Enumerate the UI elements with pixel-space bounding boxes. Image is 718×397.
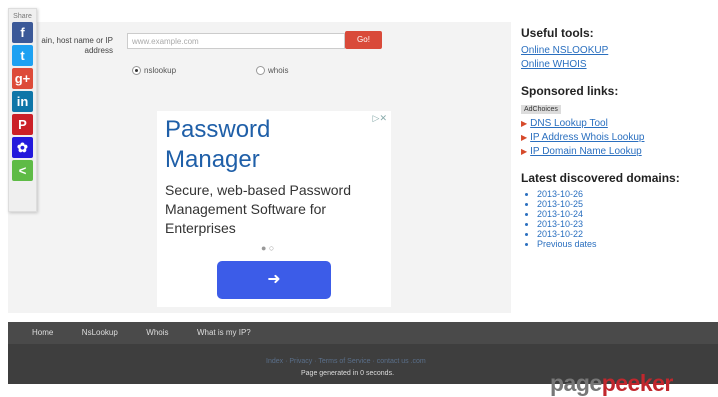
latest-title: Latest discovered domains: bbox=[521, 171, 680, 185]
pagepeeker-watermark: pagepeeker bbox=[550, 370, 673, 397]
share-sidebar: Share f t g+ in P ✿ < bbox=[8, 8, 37, 212]
list-item[interactable]: Previous dates bbox=[537, 239, 711, 249]
radio-dot bbox=[256, 66, 265, 76]
nav-home[interactable]: Home bbox=[32, 328, 53, 337]
domain-input[interactable]: www.example.com bbox=[127, 33, 345, 49]
domain-label: ain, host name or IP address bbox=[41, 36, 113, 55]
footer-links[interactable]: Index · Privacy · Terms of Service · con… bbox=[266, 358, 426, 365]
dates-list: 2013-10-26 2013-10-25 2013-10-24 2013-10… bbox=[521, 189, 711, 249]
ad-title: Password Manager bbox=[165, 116, 271, 173]
radio-dot-selected bbox=[132, 66, 141, 76]
arrow-icon: ▶ bbox=[521, 133, 528, 142]
sharethis-icon[interactable]: < bbox=[12, 160, 33, 181]
right-column: Useful tools: Online NSLOOKUP Online WHO… bbox=[521, 26, 711, 261]
list-item[interactable]: 2013-10-22 bbox=[537, 229, 711, 239]
linkedin-icon[interactable]: in bbox=[12, 91, 33, 112]
facebook-icon[interactable]: f bbox=[12, 22, 33, 43]
useful-tools: Useful tools: Online NSLOOKUP Online WHO… bbox=[521, 26, 711, 72]
pinterest-icon[interactable]: P bbox=[12, 114, 33, 135]
list-item[interactable]: 2013-10-25 bbox=[537, 199, 711, 209]
advertisement[interactable]: ▷✕ Password Manager Secure, web-based Pa… bbox=[157, 111, 391, 307]
ad-cta-button[interactable]: ➜ bbox=[217, 261, 331, 299]
useful-tools-title: Useful tools: bbox=[521, 26, 594, 40]
sponsored-links: Sponsored links: AdChoices ▶ DNS Lookup T… bbox=[521, 84, 711, 159]
sponsored-item[interactable]: ▶ DNS Lookup Tool bbox=[521, 117, 711, 131]
radio-whois[interactable]: whois bbox=[256, 66, 289, 76]
baidu-icon[interactable]: ✿ bbox=[12, 137, 33, 158]
go-button[interactable]: Go! bbox=[345, 31, 382, 49]
twitter-icon[interactable]: t bbox=[12, 45, 33, 66]
sponsored-link-ipwhois[interactable]: IP Address Whois Lookup bbox=[530, 132, 644, 143]
ad-pager: ● ○ bbox=[261, 243, 275, 253]
nav-what-is-my-ip[interactable]: What is my IP? bbox=[197, 328, 251, 337]
nav-whois[interactable]: Whois bbox=[146, 328, 168, 337]
googleplus-icon[interactable]: g+ bbox=[12, 68, 33, 89]
link-online-whois[interactable]: Online WHOIS bbox=[521, 58, 711, 72]
watermark-part-a: page bbox=[550, 370, 602, 396]
sponsored-link-ipdomain[interactable]: IP Domain Name Lookup bbox=[530, 146, 642, 157]
arrow-icon: ▶ bbox=[521, 119, 528, 128]
ad-close-icon[interactable]: ▷✕ bbox=[373, 113, 387, 124]
radio-whois-label: whois bbox=[268, 66, 289, 75]
share-label: Share bbox=[13, 13, 32, 20]
nav-nslookup[interactable]: NsLookup bbox=[82, 328, 118, 337]
sponsored-item[interactable]: ▶ IP Domain Name Lookup bbox=[521, 145, 711, 159]
sponsored-link-dns[interactable]: DNS Lookup Tool bbox=[530, 118, 608, 129]
list-item[interactable]: 2013-10-26 bbox=[537, 189, 711, 199]
radio-nslookup-label: nslookup bbox=[144, 66, 177, 75]
adchoices-badge[interactable]: AdChoices bbox=[521, 105, 561, 114]
footer-nav: Home NsLookup Whois What is my IP? bbox=[8, 322, 718, 344]
list-item[interactable]: 2013-10-24 bbox=[537, 209, 711, 219]
list-item[interactable]: 2013-10-23 bbox=[537, 219, 711, 229]
latest-domains: Latest discovered domains: 2013-10-26 20… bbox=[521, 171, 711, 249]
link-online-nslookup[interactable]: Online NSLOOKUP bbox=[521, 44, 711, 58]
top-strip bbox=[0, 0, 718, 22]
footer-generated: Page generated in 0 seconds. bbox=[301, 370, 395, 377]
watermark-part-b: peeker bbox=[601, 370, 674, 396]
radio-nslookup[interactable]: nslookup bbox=[132, 66, 177, 76]
sponsored-title: Sponsored links: bbox=[521, 84, 619, 98]
arrow-icon: ▶ bbox=[521, 147, 528, 156]
sponsored-item[interactable]: ▶ IP Address Whois Lookup bbox=[521, 131, 711, 145]
ad-body: Secure, web-based Password Management So… bbox=[165, 182, 351, 236]
